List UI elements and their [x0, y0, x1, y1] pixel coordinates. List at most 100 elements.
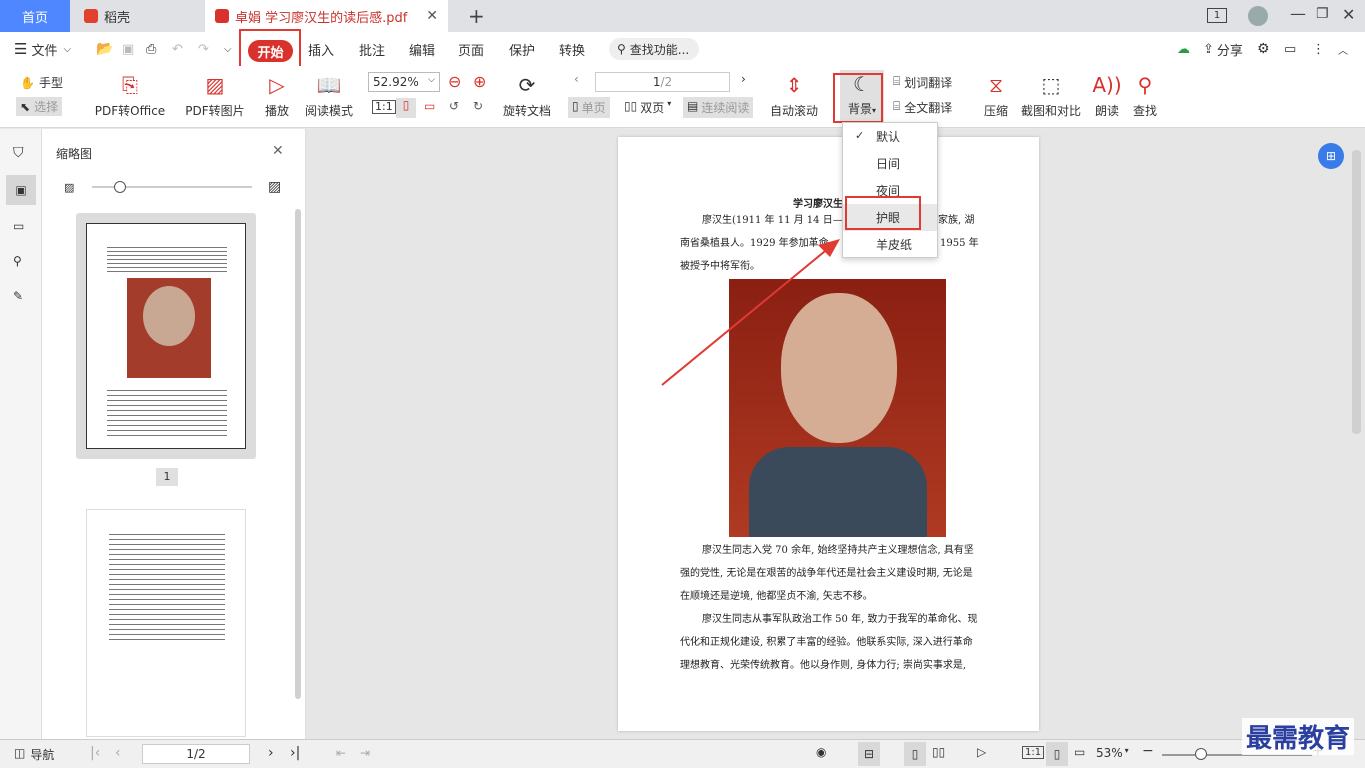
tab-document[interactable]: 卓娟 学习廖汉生的读后感.pdf ✕: [205, 0, 448, 32]
actual-size-icon[interactable]: 1:1: [372, 100, 396, 114]
rotate-document-button[interactable]: ⟳ 旋转文档: [500, 72, 554, 119]
status-zoom-select[interactable]: 53% ▾: [1096, 746, 1129, 760]
cloud-icon[interactable]: ☁: [1177, 32, 1190, 66]
pdf-to-office-button[interactable]: ⎘ PDF转Office: [90, 72, 170, 119]
word-translate-button[interactable]: ⌸ 划词翻译: [893, 74, 952, 91]
bg-option-default[interactable]: ✓ 默认: [843, 123, 937, 150]
play-small-icon[interactable]: ▷: [977, 745, 986, 759]
zoom-in-icon[interactable]: ⊕: [473, 72, 486, 91]
find-button[interactable]: ⚲ 查找: [1131, 72, 1159, 119]
rotate-right-icon[interactable]: ↻: [473, 99, 483, 113]
compress-icon: ⧖: [988, 73, 1004, 97]
highlight-box-eye-care: [845, 196, 921, 230]
close-tab-icon[interactable]: ✕: [426, 8, 438, 24]
zoom-select[interactable]: 52.92% ⌵: [368, 72, 440, 92]
tab-home[interactable]: 首页: [0, 0, 70, 32]
collapse-icon[interactable]: ︿: [1338, 32, 1348, 66]
last-page-icon[interactable]: ›|: [290, 745, 300, 761]
menu-convert[interactable]: 转换: [559, 32, 585, 66]
undo-icon[interactable]: ↶: [172, 32, 183, 66]
navigation-toggle[interactable]: ◫ 导航: [14, 746, 54, 763]
bg-option-day[interactable]: 日间: [843, 150, 937, 177]
file-menu[interactable]: ☰ 文件 ⌵: [14, 32, 71, 66]
first-page-icon[interactable]: |‹: [90, 745, 100, 761]
menu-protect[interactable]: 保护: [509, 32, 535, 66]
settings-icon[interactable]: ⚙: [1257, 32, 1270, 66]
close-icon[interactable]: ✕: [272, 143, 284, 159]
menu-annotate[interactable]: 批注: [359, 32, 385, 66]
full-translate-label: 全文翻译: [904, 101, 953, 115]
floating-tool-icon[interactable]: ⊞: [1318, 143, 1344, 169]
eye-care-icon[interactable]: ◉: [816, 745, 826, 759]
comment-icon[interactable]: ▭: [1284, 32, 1296, 66]
double-view-icon[interactable]: ▯▯: [932, 745, 945, 759]
fit-width-icon[interactable]: ▭: [424, 99, 435, 113]
share-button[interactable]: ⇪ 分享: [1203, 32, 1243, 66]
screenshot-compare-button[interactable]: ⬚ 截图和对比: [1020, 72, 1082, 119]
page-number-input[interactable]: 1/2: [595, 72, 730, 92]
thumbnail-page-2[interactable]: [86, 509, 246, 737]
bg-option-parchment[interactable]: 羊皮纸: [843, 231, 937, 258]
continuous-read-button[interactable]: ▤ 连续阅读: [683, 97, 754, 118]
pdf-to-image-button[interactable]: ▨ PDF转图片: [184, 72, 246, 119]
auto-scroll-button[interactable]: ⇕ 自动滚动: [764, 72, 824, 119]
attachment-icon[interactable]: ⚲: [13, 254, 22, 268]
zoom-out-icon[interactable]: ⊖: [448, 72, 461, 91]
bookmark-icon[interactable]: ⛉: [13, 145, 24, 161]
save-icon[interactable]: ▣: [122, 32, 134, 66]
next-page-icon[interactable]: ›: [741, 72, 746, 86]
play-button[interactable]: ▷ 播放: [262, 72, 292, 119]
rotate-left-icon[interactable]: ↺: [449, 99, 459, 113]
menu-edit[interactable]: 编辑: [409, 32, 435, 66]
status-page-input[interactable]: 1/2: [142, 744, 250, 764]
redo-icon[interactable]: ↷: [198, 32, 209, 66]
actual-size-small-icon[interactable]: 1:1: [1022, 746, 1045, 759]
prev-page-icon[interactable]: ‹: [574, 72, 579, 86]
large-image-icon[interactable]: ▨: [268, 179, 281, 195]
restore-icon[interactable]: ❐: [1316, 6, 1329, 22]
window-count-icon[interactable]: 1: [1207, 8, 1227, 23]
forward-icon[interactable]: ⇥: [360, 746, 370, 760]
menu-page[interactable]: 页面: [458, 32, 484, 66]
close-window-icon[interactable]: ✕: [1342, 5, 1355, 24]
screenshot-compare-label: 截图和对比: [1020, 104, 1081, 118]
back-icon[interactable]: ⇤: [336, 746, 346, 760]
new-tab-icon[interactable]: +: [468, 4, 485, 28]
thumbnail-scrollbar[interactable]: [295, 209, 301, 699]
zoom-out-small-icon[interactable]: −: [1142, 743, 1154, 759]
signature-icon[interactable]: ✎: [13, 289, 23, 303]
compress-button[interactable]: ⧖ 压缩: [981, 72, 1011, 119]
tab-daoke[interactable]: 稻壳: [72, 0, 200, 32]
thumbnail-icon[interactable]: ▣: [6, 175, 36, 205]
open-icon[interactable]: 📂: [96, 32, 113, 66]
read-mode-label: 阅读模式: [304, 104, 353, 118]
single-page-button[interactable]: ▯ 单页: [568, 97, 610, 118]
zoom-slider-handle[interactable]: [1195, 748, 1207, 760]
thumbnail-page-1[interactable]: [76, 213, 256, 459]
read-aloud-button[interactable]: A)) 朗读: [1092, 72, 1121, 119]
continuous-view-icon[interactable]: ⊟: [858, 742, 880, 766]
read-mode-button[interactable]: 📖 阅读模式: [302, 72, 356, 119]
full-translate-button[interactable]: ⌸ 全文翻译: [893, 99, 952, 116]
single-view-icon[interactable]: ▯: [904, 742, 926, 766]
slider-handle[interactable]: [114, 181, 126, 193]
more-icon[interactable]: ⋮: [1312, 32, 1325, 66]
hand-tool[interactable]: ✋ 手型: [20, 74, 63, 91]
fit-page-icon[interactable]: ▯: [396, 98, 416, 118]
document-scrollbar[interactable]: [1352, 150, 1361, 434]
small-image-icon[interactable]: ▨: [64, 181, 74, 194]
menu-page-label: 页面: [458, 43, 485, 59]
print-icon[interactable]: ⎙: [146, 32, 156, 66]
minimize-icon[interactable]: —: [1290, 4, 1306, 23]
menu-insert[interactable]: 插入: [308, 32, 334, 66]
select-tool[interactable]: ⬉ 选择: [16, 97, 63, 116]
fit-page-small-icon[interactable]: ▯: [1046, 742, 1068, 766]
comment-panel-icon[interactable]: ▭: [13, 219, 24, 233]
next-page-icon[interactable]: ›: [268, 745, 274, 761]
fit-width-small-icon[interactable]: ▭: [1074, 745, 1085, 759]
double-page-button[interactable]: ▯▯ 双页 ▾: [624, 99, 671, 116]
quick-access-chevron-icon[interactable]: ⌵: [224, 32, 232, 66]
search-function-input[interactable]: ⚲ 查找功能...: [609, 38, 699, 60]
avatar[interactable]: [1248, 6, 1268, 26]
prev-page-icon[interactable]: ‹: [115, 745, 121, 761]
